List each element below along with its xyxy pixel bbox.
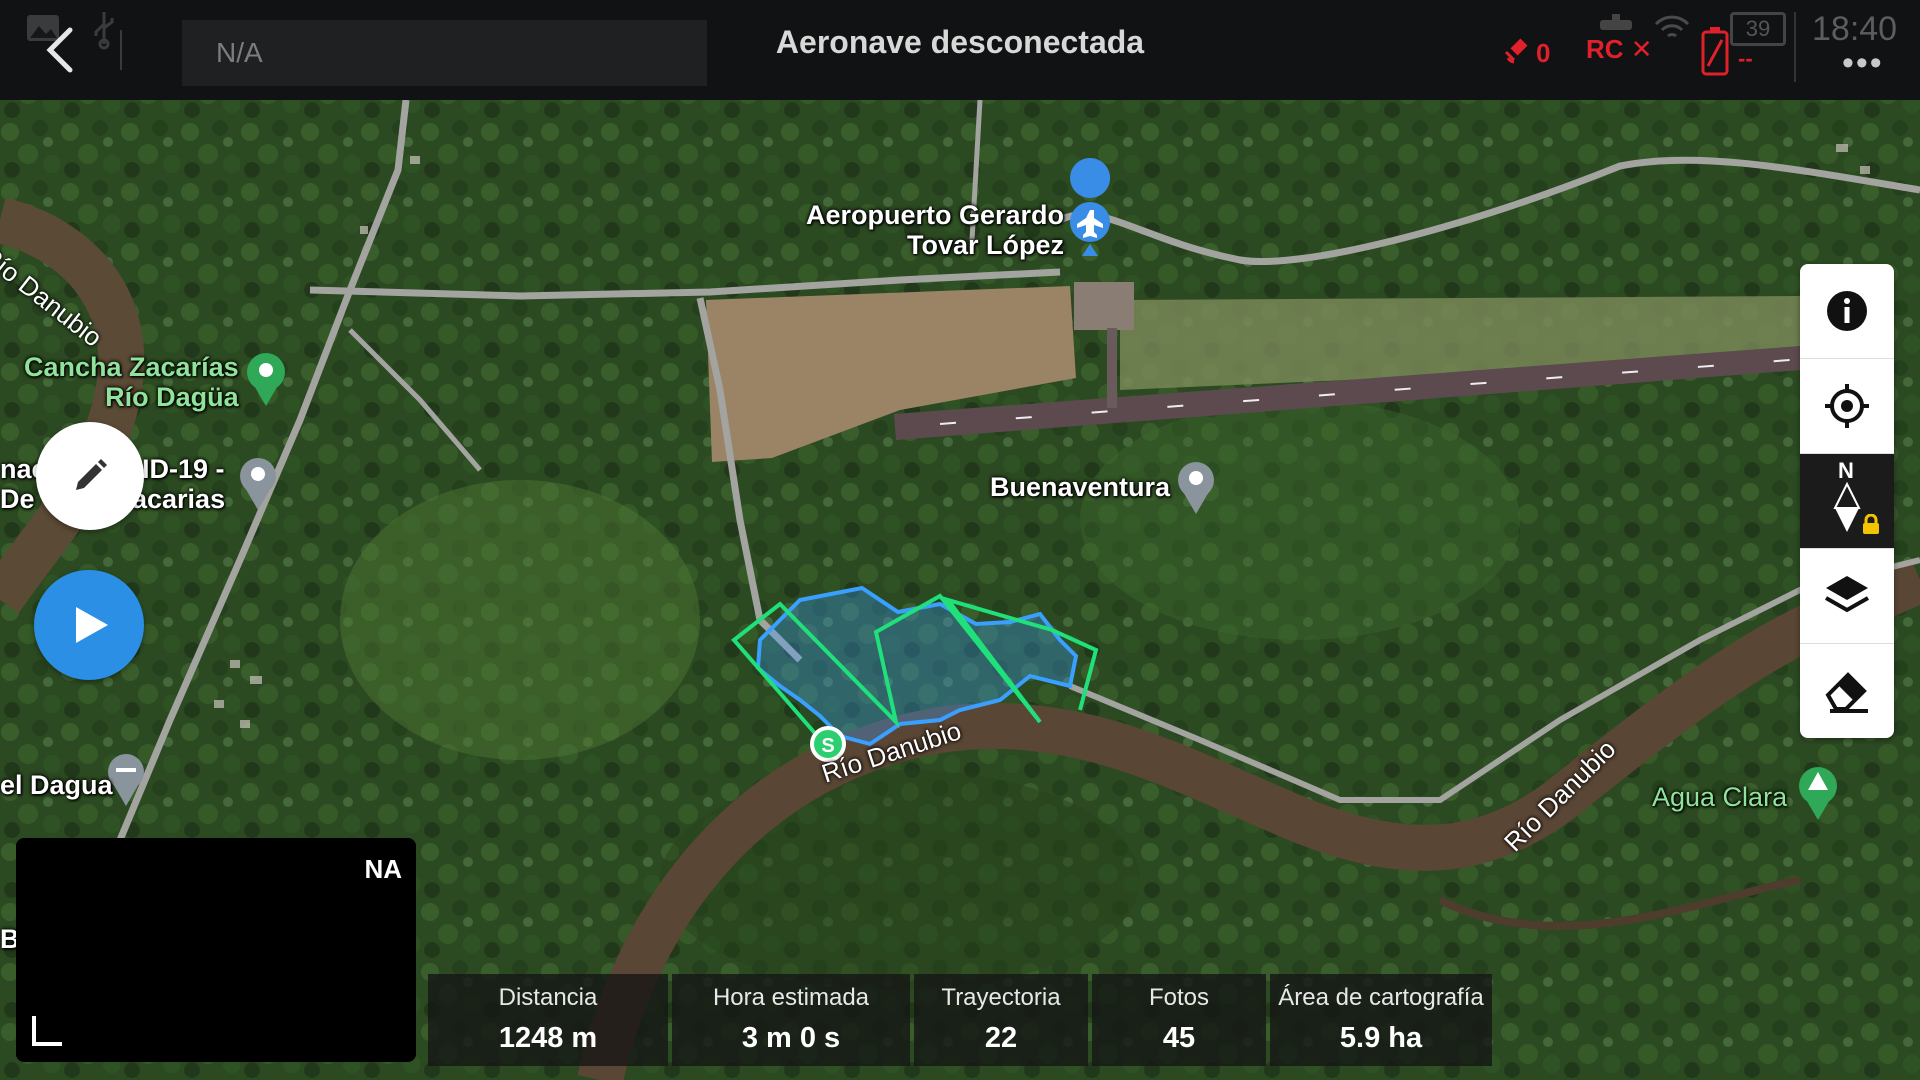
locate-button[interactable]: [1800, 359, 1894, 454]
info-button[interactable]: [1800, 264, 1894, 359]
stat-value: 22: [984, 1022, 1018, 1054]
stat-value: 3 m 0 s: [741, 1022, 841, 1054]
connection-status-title: Aeronave desconectada: [775, 24, 1145, 60]
play-icon: [76, 607, 108, 643]
wifi-icon: [1654, 15, 1690, 38]
stat-distance: Distancia 1248 m: [428, 974, 668, 1066]
label-covid-b: ID-19 -: [142, 454, 225, 484]
satellite-count: 0: [1536, 38, 1551, 68]
rc-disconnected-icon: ✕: [1623, 34, 1653, 64]
battery-icon[interactable]: [1700, 26, 1730, 76]
stat-value: 1248 m: [498, 1022, 598, 1054]
battery-level: --: [1738, 46, 1753, 71]
remote-controller-icon: [1600, 14, 1632, 30]
device-battery: 39: [1730, 12, 1786, 46]
topbar-divider-right: [1794, 12, 1796, 82]
stat-label: Hora estimada: [712, 984, 870, 1011]
stat-label: Fotos: [1148, 984, 1210, 1011]
edit-icon: [76, 459, 107, 490]
stat-estimated-time: Hora estimada 3 m 0 s: [672, 974, 910, 1066]
stat-label: Distancia: [498, 984, 598, 1011]
label-cancha: Cancha Zacarías Río Dagüa: [24, 352, 239, 412]
label-covid-d: acarias: [132, 484, 226, 514]
stat-label: Área de cartografía: [1278, 984, 1484, 1011]
map-tools-panel: N: [1800, 264, 1894, 738]
lock-icon: [1863, 514, 1879, 534]
more-icon[interactable]: •••: [1842, 44, 1884, 83]
expand-corner-icon[interactable]: [32, 1016, 62, 1046]
stat-trajectory: Trayectoria 22: [914, 974, 1088, 1066]
stat-label: Trayectoria: [941, 984, 1061, 1011]
stat-value: 5.9 ha: [1339, 1022, 1423, 1054]
info-icon: [1827, 291, 1867, 331]
map-layers-button[interactable]: [1800, 549, 1894, 644]
camera-preview[interactable]: NA: [16, 838, 416, 1062]
locate-icon: [1825, 384, 1869, 428]
stat-mapping-area: Área de cartografía 5.9 ha: [1270, 974, 1492, 1066]
eraser-icon: [1825, 672, 1868, 713]
compass-lock-button[interactable]: N: [1800, 454, 1894, 549]
compass-icon: [1833, 482, 1861, 532]
start-marker-label: S: [821, 735, 834, 757]
start-mission-button[interactable]: [34, 570, 144, 680]
topbar-divider: [120, 30, 122, 70]
mission-stats-bar: Distancia 1248 m Hora estimada 3 m 0 s T…: [428, 974, 1496, 1066]
camera-preview-label: NA: [364, 854, 402, 884]
back-icon[interactable]: [40, 24, 82, 76]
rc-status[interactable]: RC ✕: [1586, 34, 1653, 65]
edit-button[interactable]: [36, 422, 144, 530]
top-bar: N/A Aeronave desconectada 0 RC ✕ -- 39 1…: [0, 0, 1920, 100]
label-airport: Aeropuerto Gerardo Tovar López: [806, 200, 1065, 260]
label-buenaventura: Buenaventura: [990, 472, 1171, 502]
stat-photos: Fotos 45: [1092, 974, 1266, 1066]
usb-icon: [94, 12, 114, 50]
clear-button[interactable]: [1800, 644, 1894, 738]
stat-value: 45: [1162, 1022, 1196, 1054]
compass-north-label: N: [1838, 458, 1854, 483]
layers-icon: [1825, 576, 1869, 613]
label-dagua: el Dagua: [0, 770, 113, 800]
label-covid-c: De: [0, 484, 35, 514]
mission-name-field[interactable]: N/A: [182, 20, 707, 86]
label-agua-clara: Agua Clara: [1652, 782, 1788, 812]
satellite-icon[interactable]: [1502, 32, 1536, 66]
